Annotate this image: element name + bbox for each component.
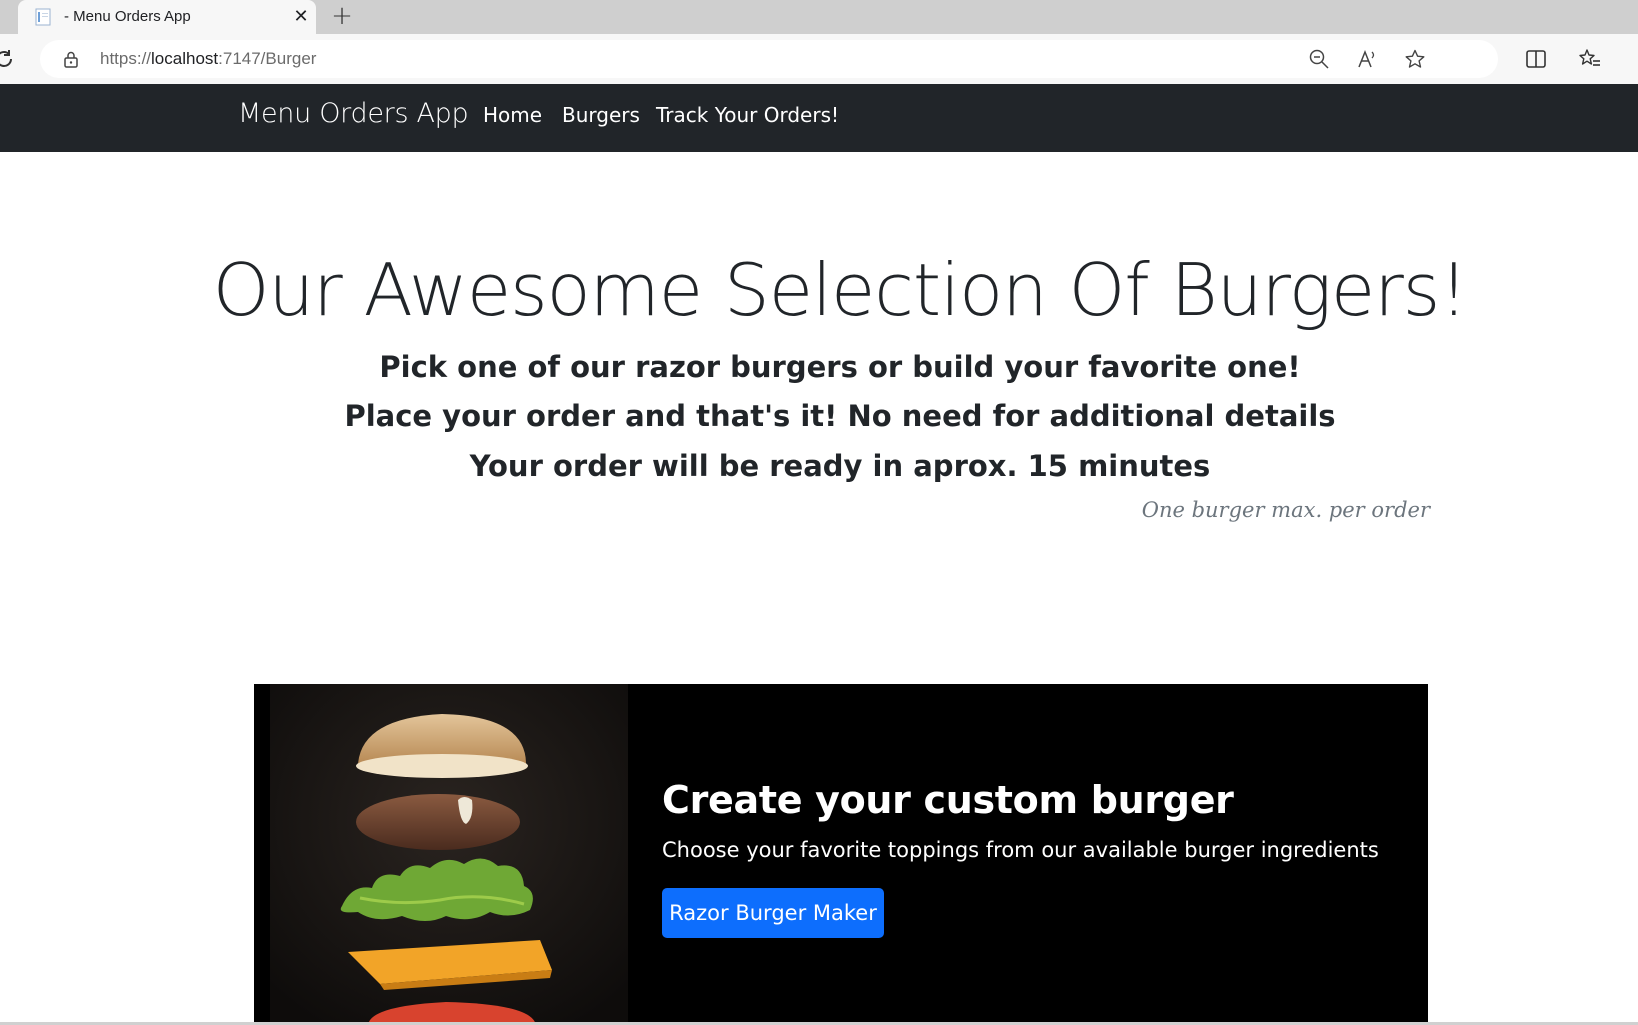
new-tab-icon[interactable]: + [328, 1, 356, 31]
hero-line-2: Place your order and that's it! No need … [344, 399, 1336, 433]
hero-line-3: Your order will be ready in aprox. 15 mi… [469, 449, 1211, 483]
burger-illustration [270, 684, 628, 1025]
browser-tab-strip: - Menu Orders App ✕ + [0, 0, 1638, 34]
browser-toolbar: https://localhost:7147/Burger [0, 34, 1638, 84]
reload-icon[interactable] [0, 47, 16, 71]
order-limit-note: One burger max. per order [1141, 498, 1430, 522]
navbar-brand[interactable]: Menu Orders App [238, 98, 469, 129]
zoom-out-icon[interactable] [1308, 48, 1330, 70]
card-title: Create your custom burger [662, 778, 1234, 822]
card-description: Choose your favorite toppings from our a… [662, 838, 1379, 862]
burger-ingredients-image [270, 684, 628, 1025]
url-text[interactable]: https://localhost:7147/Burger [100, 49, 316, 69]
tab-title: - Menu Orders App [64, 8, 191, 25]
close-tab-icon[interactable]: ✕ [290, 5, 312, 27]
razor-burger-maker-button[interactable]: Razor Burger Maker [662, 888, 884, 938]
page-favicon-icon [35, 8, 51, 26]
favorite-star-icon[interactable] [1404, 48, 1426, 70]
nav-link-burgers[interactable]: Burgers [562, 103, 640, 127]
page-title: Our Awesome Selection Of Burgers! [212, 248, 1468, 332]
split-screen-icon[interactable] [1524, 47, 1548, 71]
favorites-list-icon[interactable] [1578, 47, 1602, 71]
nav-link-home[interactable]: Home [483, 103, 542, 127]
nav-link-track-orders[interactable]: Track Your Orders! [656, 103, 839, 127]
custom-burger-card: Create your custom burger Choose your fa… [254, 684, 1428, 1025]
lock-icon[interactable] [62, 50, 80, 68]
hero-line-1: Pick one of our razor burgers or build y… [379, 350, 1301, 384]
address-bar[interactable]: https://localhost:7147/Burger [40, 40, 1498, 78]
browser-tab[interactable]: - Menu Orders App ✕ [18, 0, 316, 34]
app-navbar: Menu Orders App Home Burgers Track Your … [0, 84, 1638, 152]
read-aloud-icon[interactable] [1356, 48, 1378, 70]
